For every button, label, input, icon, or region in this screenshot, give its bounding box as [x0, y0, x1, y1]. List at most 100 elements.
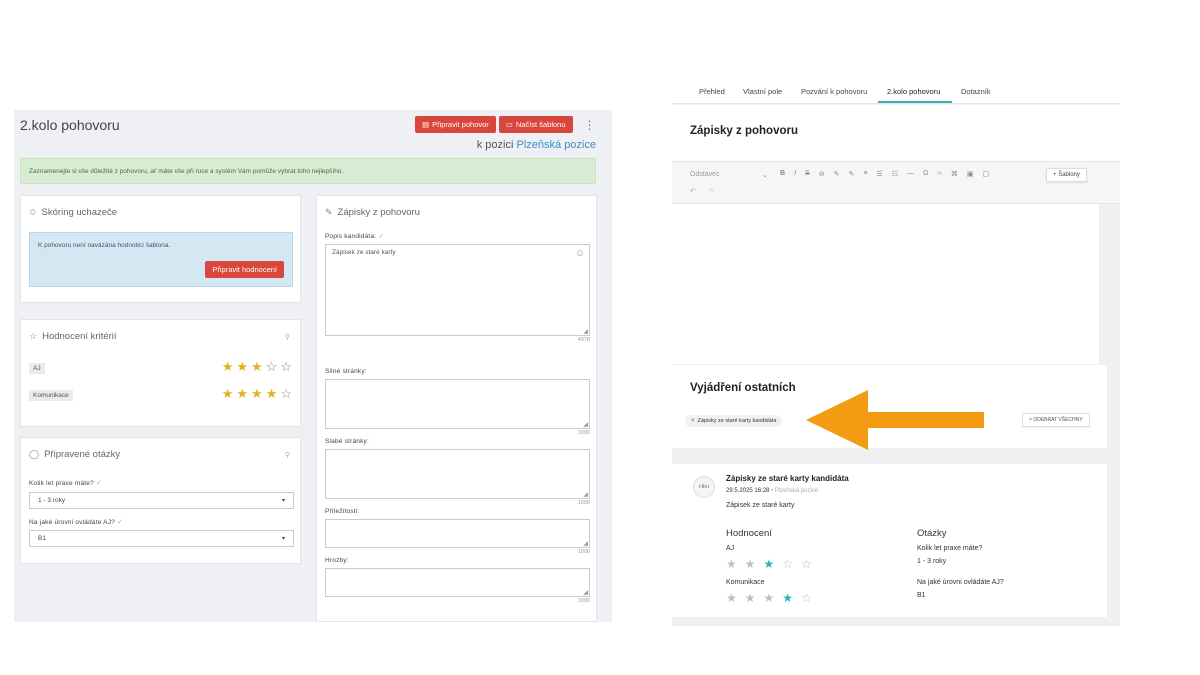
char-counter: 4978 — [577, 337, 590, 343]
note-entry: Hbu Zápisky ze staré karty kandidáta 29.… — [672, 464, 1107, 617]
criteria-label-komunikace: Komunikace — [29, 390, 73, 401]
more-menu-icon[interactable]: ⋮ — [584, 118, 596, 132]
video-icon[interactable]: ▣ — [967, 170, 974, 178]
resize-handle-icon[interactable]: ◢ — [583, 540, 588, 547]
threats-textarea[interactable]: ◢ — [325, 568, 590, 597]
pin-icon: ✩ — [29, 207, 37, 217]
notes-header: Zápisky z pohovoru — [672, 105, 1120, 161]
position-link[interactable]: Plzeňská pozice — [517, 139, 597, 151]
tab-questionnaire[interactable]: Dotazník — [961, 87, 991, 96]
note-chip[interactable]: × Zápisky ze staré karty kandidáta — [685, 415, 783, 427]
opportunities-textarea[interactable]: ◢ — [325, 519, 590, 548]
star-rating: ★ ★ ★ ★ ☆ — [726, 592, 812, 604]
star-filled-icon: ★ — [744, 557, 756, 571]
chevron-down-icon[interactable]: ⌄ — [762, 171, 768, 179]
star-empty-icon[interactable]: ☆ — [280, 360, 292, 373]
no-template-box: K pohovoru není navázána hodnoticí šablo… — [29, 232, 293, 287]
star-filled-icon[interactable]: ★ — [251, 387, 263, 400]
star-filled-icon[interactable]: ★ — [236, 387, 248, 400]
star-filled-icon[interactable]: ★ — [222, 360, 234, 373]
check-icon: ✓ — [117, 519, 124, 526]
criteria-card: ☆ Hodnocení kritérií ⚲ AJ ★ ★ ★ ☆ ☆ Komunika… — [20, 319, 301, 427]
question-answer: B1 — [917, 592, 926, 599]
char-counter: 1000 — [577, 549, 590, 555]
emoji-icon[interactable]: ☺ — [575, 248, 585, 259]
load-template-button[interactable]: ▭ Načíst šablonu — [498, 116, 573, 133]
entry-date: 29.5.2025 16:28 — [726, 488, 770, 494]
experience-select[interactable]: 1 - 3 roky ▾ — [29, 492, 294, 509]
prepare-interview-button[interactable]: ▤ Připravit pohovor — [415, 116, 496, 133]
prepare-rating-button[interactable]: Připravit hodnocení — [205, 261, 284, 278]
star-filled-icon[interactable]: ★ — [266, 387, 278, 400]
font-color-icon[interactable]: ✎ — [848, 170, 854, 178]
weaknesses-textarea[interactable]: ◢ — [325, 449, 590, 499]
strikethrough-icon[interactable]: S — [805, 170, 810, 178]
scoring-title: Skóring uchazeče — [41, 207, 118, 218]
star-rating[interactable]: ★ ★ ★ ☆ ☆ — [222, 360, 292, 373]
resize-handle-icon[interactable]: ◢ — [583, 491, 588, 498]
code-icon[interactable]: ‹› — [937, 170, 942, 178]
bullet-list-icon[interactable]: ☰ — [876, 170, 882, 178]
resize-handle-icon[interactable]: ◢ — [583, 589, 588, 596]
horizontal-line-icon[interactable]: — — [907, 170, 914, 178]
candidate-description-textarea[interactable]: Zápisek ze staré karty ☺ ◢ — [325, 244, 590, 336]
entry-title: Zápisky ze staré karty kandidáta — [726, 474, 849, 483]
pin-icon[interactable]: ⚲ — [285, 333, 290, 341]
source-icon[interactable]: ⌘ — [951, 170, 958, 178]
right-screenshot-panel: Přehled Vlastní pole Pozvání k pohovoru … — [672, 78, 1120, 626]
field-label: Slabé stránky: — [325, 438, 369, 445]
italic-icon[interactable]: I — [794, 170, 796, 178]
criteria-title: Hodnocení kritérií — [42, 331, 117, 342]
tab-interview-invite[interactable]: Pozvání k pohovoru — [801, 87, 867, 96]
rating-label: AJ — [726, 545, 735, 552]
link-icon[interactable]: ⊘ — [819, 170, 825, 178]
star-filled-icon: ★ — [726, 591, 737, 605]
ratings-heading: Hodnocení — [726, 528, 772, 539]
question-answer: 1 - 3 roky — [917, 558, 947, 565]
no-template-message: K pohovoru není navázána hodnoticí šablo… — [38, 242, 171, 249]
highlight-icon[interactable]: ✎ — [834, 170, 840, 178]
left-screenshot-panel: 2.kolo pohovoru ▤ Připravit pohovor ▭ Na… — [14, 110, 612, 622]
scoring-card: ✩ Skóring uchazeče K pohovoru není naváz… — [20, 195, 301, 303]
indent-icon[interactable]: ≡ — [863, 170, 867, 178]
star-filled-icon: ★ — [763, 557, 775, 571]
close-icon[interactable]: × — [691, 418, 695, 424]
templates-button[interactable]: + Šablony — [1046, 168, 1087, 182]
star-filled-icon[interactable]: ★ — [251, 360, 263, 373]
resize-handle-icon[interactable]: ◢ — [583, 328, 588, 335]
star-empty-icon[interactable]: ☆ — [266, 360, 278, 373]
tab-overview[interactable]: Přehled — [699, 87, 725, 96]
star-filled-icon: ★ — [744, 591, 756, 605]
star-empty-icon[interactable]: ☆ — [280, 387, 292, 400]
tab-bar: Přehled Vlastní pole Pozvání k pohovoru … — [672, 78, 1120, 104]
tab-custom-fields[interactable]: Vlastní pole — [743, 87, 782, 96]
star-filled-icon[interactable]: ★ — [222, 387, 234, 400]
pin-icon[interactable]: ⚲ — [285, 451, 290, 459]
char-counter: 1000 — [577, 430, 590, 436]
tab-second-round[interactable]: 2.kolo pohovoru — [887, 87, 940, 96]
image-icon[interactable]: ▢ — [983, 170, 990, 178]
redo-icon[interactable]: ↷ — [708, 187, 714, 195]
remove-all-button[interactable]: × ODEBRAT VŠECHNY — [1022, 413, 1090, 427]
star-rating[interactable]: ★ ★ ★ ★ ☆ — [222, 387, 292, 400]
resize-handle-icon[interactable]: ◢ — [583, 421, 588, 428]
english-level-select[interactable]: B1 ▾ — [29, 530, 294, 547]
strengths-textarea[interactable]: ◢ — [325, 379, 590, 429]
question-text: Kolik let praxe máte? — [917, 545, 983, 552]
editor-body[interactable] — [672, 204, 1099, 364]
edit-icon: ✎ — [325, 207, 333, 217]
special-char-icon[interactable]: Ω — [923, 170, 928, 178]
others-heading: Vyjádření ostatních — [690, 382, 796, 394]
question-label: Na jaké úrovni ovládáte AJ? ✓ — [29, 519, 124, 526]
paragraph-style-select[interactable]: Odstavec — [690, 171, 720, 178]
star-empty-icon: ☆ — [801, 591, 812, 605]
questions-card: ◯ Připravené otázky ⚲ Kolik let praxe má… — [20, 437, 301, 564]
bold-icon[interactable]: B — [780, 170, 785, 178]
star-filled-icon[interactable]: ★ — [236, 360, 248, 373]
star-empty-icon: ☆ — [801, 557, 812, 571]
star-filled-icon: ★ — [763, 591, 775, 605]
arrow-annotation — [806, 390, 984, 450]
undo-icon[interactable]: ↶ — [690, 187, 696, 195]
avatar: Hbu — [693, 476, 715, 498]
numbered-list-icon[interactable]: ☷ — [892, 170, 898, 178]
